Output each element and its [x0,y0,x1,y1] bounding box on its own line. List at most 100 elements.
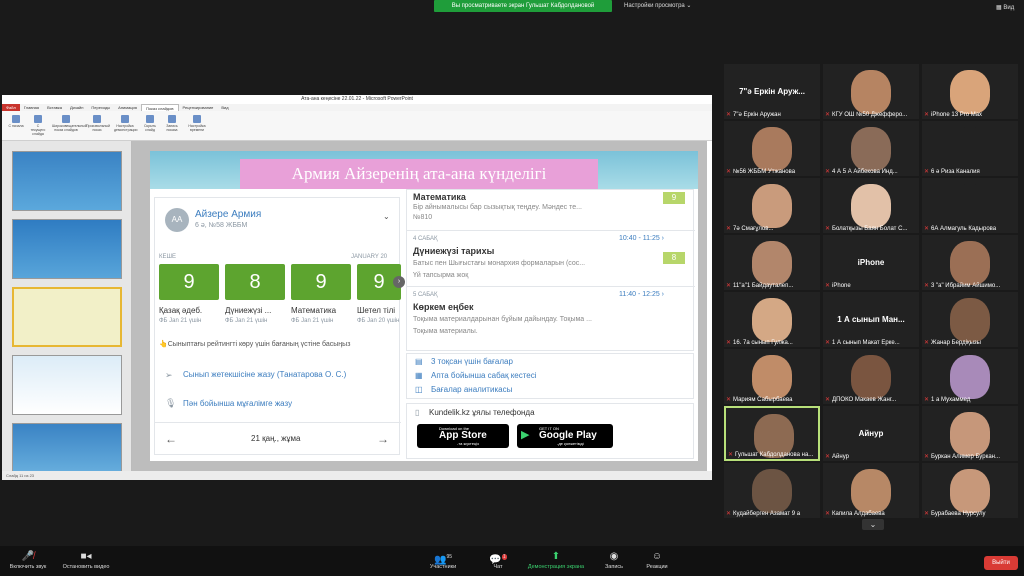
ribbon-record-button[interactable]: Запись показа [164,113,180,138]
slide-thumbnail[interactable] [12,151,122,211]
tab-design[interactable]: Дизайн [66,104,87,111]
lesson-time[interactable]: 11:40 - 12:25 › [619,291,664,298]
view-layout-button[interactable]: ▦ Вид [996,4,1014,11]
tab-transitions[interactable]: Переходы [87,104,114,111]
share-screen-button[interactable]: ⬆ Демонстрация экрана [520,550,592,570]
weekly-schedule-link[interactable]: Апта бойынша сабақ кестесі [431,371,537,380]
participant-tile[interactable]: ✕ 7ә Смағұлов... [724,178,820,233]
app-store-button[interactable]: Download on the App Store -та жүктеңіз [417,424,509,448]
muted-mic-icon: ✕ [825,112,831,118]
lesson-name[interactable]: Математика [413,192,466,202]
tab-review[interactable]: Рецензирование [179,104,218,111]
ribbon-from-current-button[interactable]: С текущего слайда [30,113,46,138]
participant-video [851,70,891,114]
ribbon-broadcast-button[interactable]: Широковещательный показ слайдов [52,113,87,138]
participants-button[interactable]: 👥95 Участники [420,550,466,570]
reactions-button[interactable]: ☺ Реакции [640,550,674,570]
arrow-right-icon[interactable]: → [377,432,389,446]
participant-tile[interactable]: ✕ Капила Алдабаева [823,463,919,518]
participants-icon: 👥95 [433,554,452,566]
participant-tile[interactable]: ✕ iPhone 13 Pro Max [922,64,1018,119]
participant-tile[interactable]: 7"ә Еркін Аруж... ✕ 7"ә Еркін Аружан [724,64,820,119]
participant-tile[interactable]: ✕ Мариям Сабырбаева [724,349,820,404]
powerpoint-status-bar: Слайд 11 из 23 [2,471,712,480]
ribbon-tabs: Файл Главная Вставка Дизайн Переходы Ани… [2,104,712,111]
meeting-toolbar: 🎤̸ Включить звук ■◂ Остановить видео 👥95… [0,546,1024,576]
participant-name: ✕ 3 "а" Ибрайим Айшимо... [924,283,1001,289]
participant-tile[interactable]: Айнур ✕ Айнур [823,406,919,461]
unmute-button[interactable]: 🎤̸ Включить звук [4,550,52,570]
ribbon-timing-button[interactable]: Настройка времени [186,113,208,138]
record-button[interactable]: ◉ Запись [600,550,628,570]
participant-tile[interactable]: ✕ 3 "а" Ибрайим Айшимо... [922,235,1018,290]
participant-tile[interactable]: ✕ Буркан Алимер Буркан... [922,406,1018,461]
participant-tile[interactable]: ✕ 1 а Мухаммед [922,349,1018,404]
tab-file[interactable]: Файл [2,104,20,111]
participant-tile[interactable]: ✕ №56 ЖББМ Утжанова [724,121,820,176]
student-name[interactable]: Айзере Армия [195,209,261,220]
participant-tile[interactable]: ✕ Гульшат Кабдолданова на... [724,406,820,461]
participant-tile[interactable]: ✕ Бурабаева Нурсулу [922,463,1018,518]
chat-button[interactable]: 💬1 Чат [486,550,510,570]
muted-mic-icon: ✕ [825,283,831,289]
participant-tile[interactable]: ✕ Жанар Бердіқызы [922,292,1018,347]
screen-share-banner[interactable]: Вы просматриваете экран Гульшат Кабдолда… [434,0,612,12]
tab-slideshow[interactable]: Показ слайдов [140,104,179,111]
ribbon-custom-show-button[interactable]: Произвольный показ [86,113,110,138]
participant-tile[interactable]: ✕ КГУ ОШ №50 Джефферо... [823,64,919,119]
slide-thumbnails-panel[interactable] [2,141,132,480]
write-subject-teacher-link[interactable]: Пән бойынша мұғалімге жазу [183,399,292,408]
lesson-time[interactable]: 10:40 - 11:25 › [619,235,664,242]
participant-tile[interactable]: ✕ 6А Алмагуль Кадырова [922,178,1018,233]
google-play-button[interactable]: ▶ GET IT ON Google Play -де қолжетімді [517,424,613,448]
ribbon-hide-slide-button[interactable]: Скрыть слайд [142,113,158,138]
slide-thumbnail[interactable] [12,355,122,415]
ribbon-from-start-button[interactable]: С начала [8,113,24,138]
participant-name: ✕ 16. 7а сынып Гулжа... [726,340,793,346]
grade-box[interactable]: 9 [291,264,351,300]
avatar: AA [165,208,189,232]
slide-thumbnail[interactable] [12,219,122,279]
view-options-menu[interactable]: Настройки просмотра ⌄ [624,0,691,12]
tab-view[interactable]: Вид [217,104,232,111]
grade-date: ФБ Jan 20 үшін [357,318,400,324]
lesson-mark[interactable]: 8 [663,252,685,264]
diary-left-panel: AA Айзере Армия 6 ә, №58 ЖББМ ⌄ КЕШЕ JAN… [154,197,405,455]
lesson-name[interactable]: Көркем еңбек [413,302,474,312]
arrow-left-icon[interactable]: ← [165,432,177,446]
muted-mic-icon: ✕ [924,226,930,232]
grade-box[interactable]: 8 [225,264,285,300]
participant-tile[interactable]: ✕ ДПОКО Макаев Жанг... [823,349,919,404]
participant-tile[interactable]: ✕ 4 А 5 А Айбекова Инд... [823,121,919,176]
chevron-down-icon[interactable]: ⌄ [862,519,884,530]
tab-animation[interactable]: Анимация [114,104,141,111]
participant-tile[interactable]: 1 А сынып Ман... ✕ 1 А сынып Макат Ерке... [823,292,919,347]
lesson-name[interactable]: Дүниежүзі тарихы [413,246,494,256]
participant-tile[interactable]: iPhone ✕ iPhone [823,235,919,290]
muted-mic-icon: ✕ [726,112,732,118]
tab-insert[interactable]: Вставка [43,104,66,111]
participant-tile[interactable]: ✕ 16. 7а сынып Гулжа... [724,292,820,347]
participant-tile[interactable]: ✕ Болатқызы Баян Болат С... [823,178,919,233]
stop-video-button[interactable]: ■◂ Остановить видео [56,550,116,570]
participant-name: ✕ iPhone [825,283,851,289]
participant-tile[interactable]: ✕ 11"а"1 Байдауталеп... [724,235,820,290]
divider [407,286,695,287]
grade-box[interactable]: 9 [159,264,219,300]
chevron-down-icon[interactable]: ⌄ [383,212,390,221]
leave-button[interactable]: Выйти [984,556,1018,570]
lesson-mark[interactable]: 9 [663,192,685,204]
quarter-grades-link[interactable]: 3 тоқсан үшін бағалар [431,357,513,366]
ribbon-toolbar: С начала С текущего слайда Широковещател… [2,111,712,141]
ribbon-setup-button[interactable]: Настройка демонстрации [114,113,137,138]
participant-tile[interactable]: ✕ 6 ә Риза Каналия [922,121,1018,176]
write-class-teacher-link[interactable]: Сынып жетекшісіне жазу (Танатарова О. С.… [183,370,346,379]
participant-tile[interactable]: ✕ Кудайберген Азамат 9 а [724,463,820,518]
tab-home[interactable]: Главная [20,104,43,111]
grade-analytics-link[interactable]: Бағалар аналитикасы [431,385,512,394]
muted-mic-icon: ✕ [825,454,831,460]
chevron-right-icon[interactable]: › [393,276,405,288]
calendar-icon: ▦ [415,371,423,380]
slide-thumbnail-selected[interactable] [12,287,122,347]
participants-count: 95 [446,554,452,560]
